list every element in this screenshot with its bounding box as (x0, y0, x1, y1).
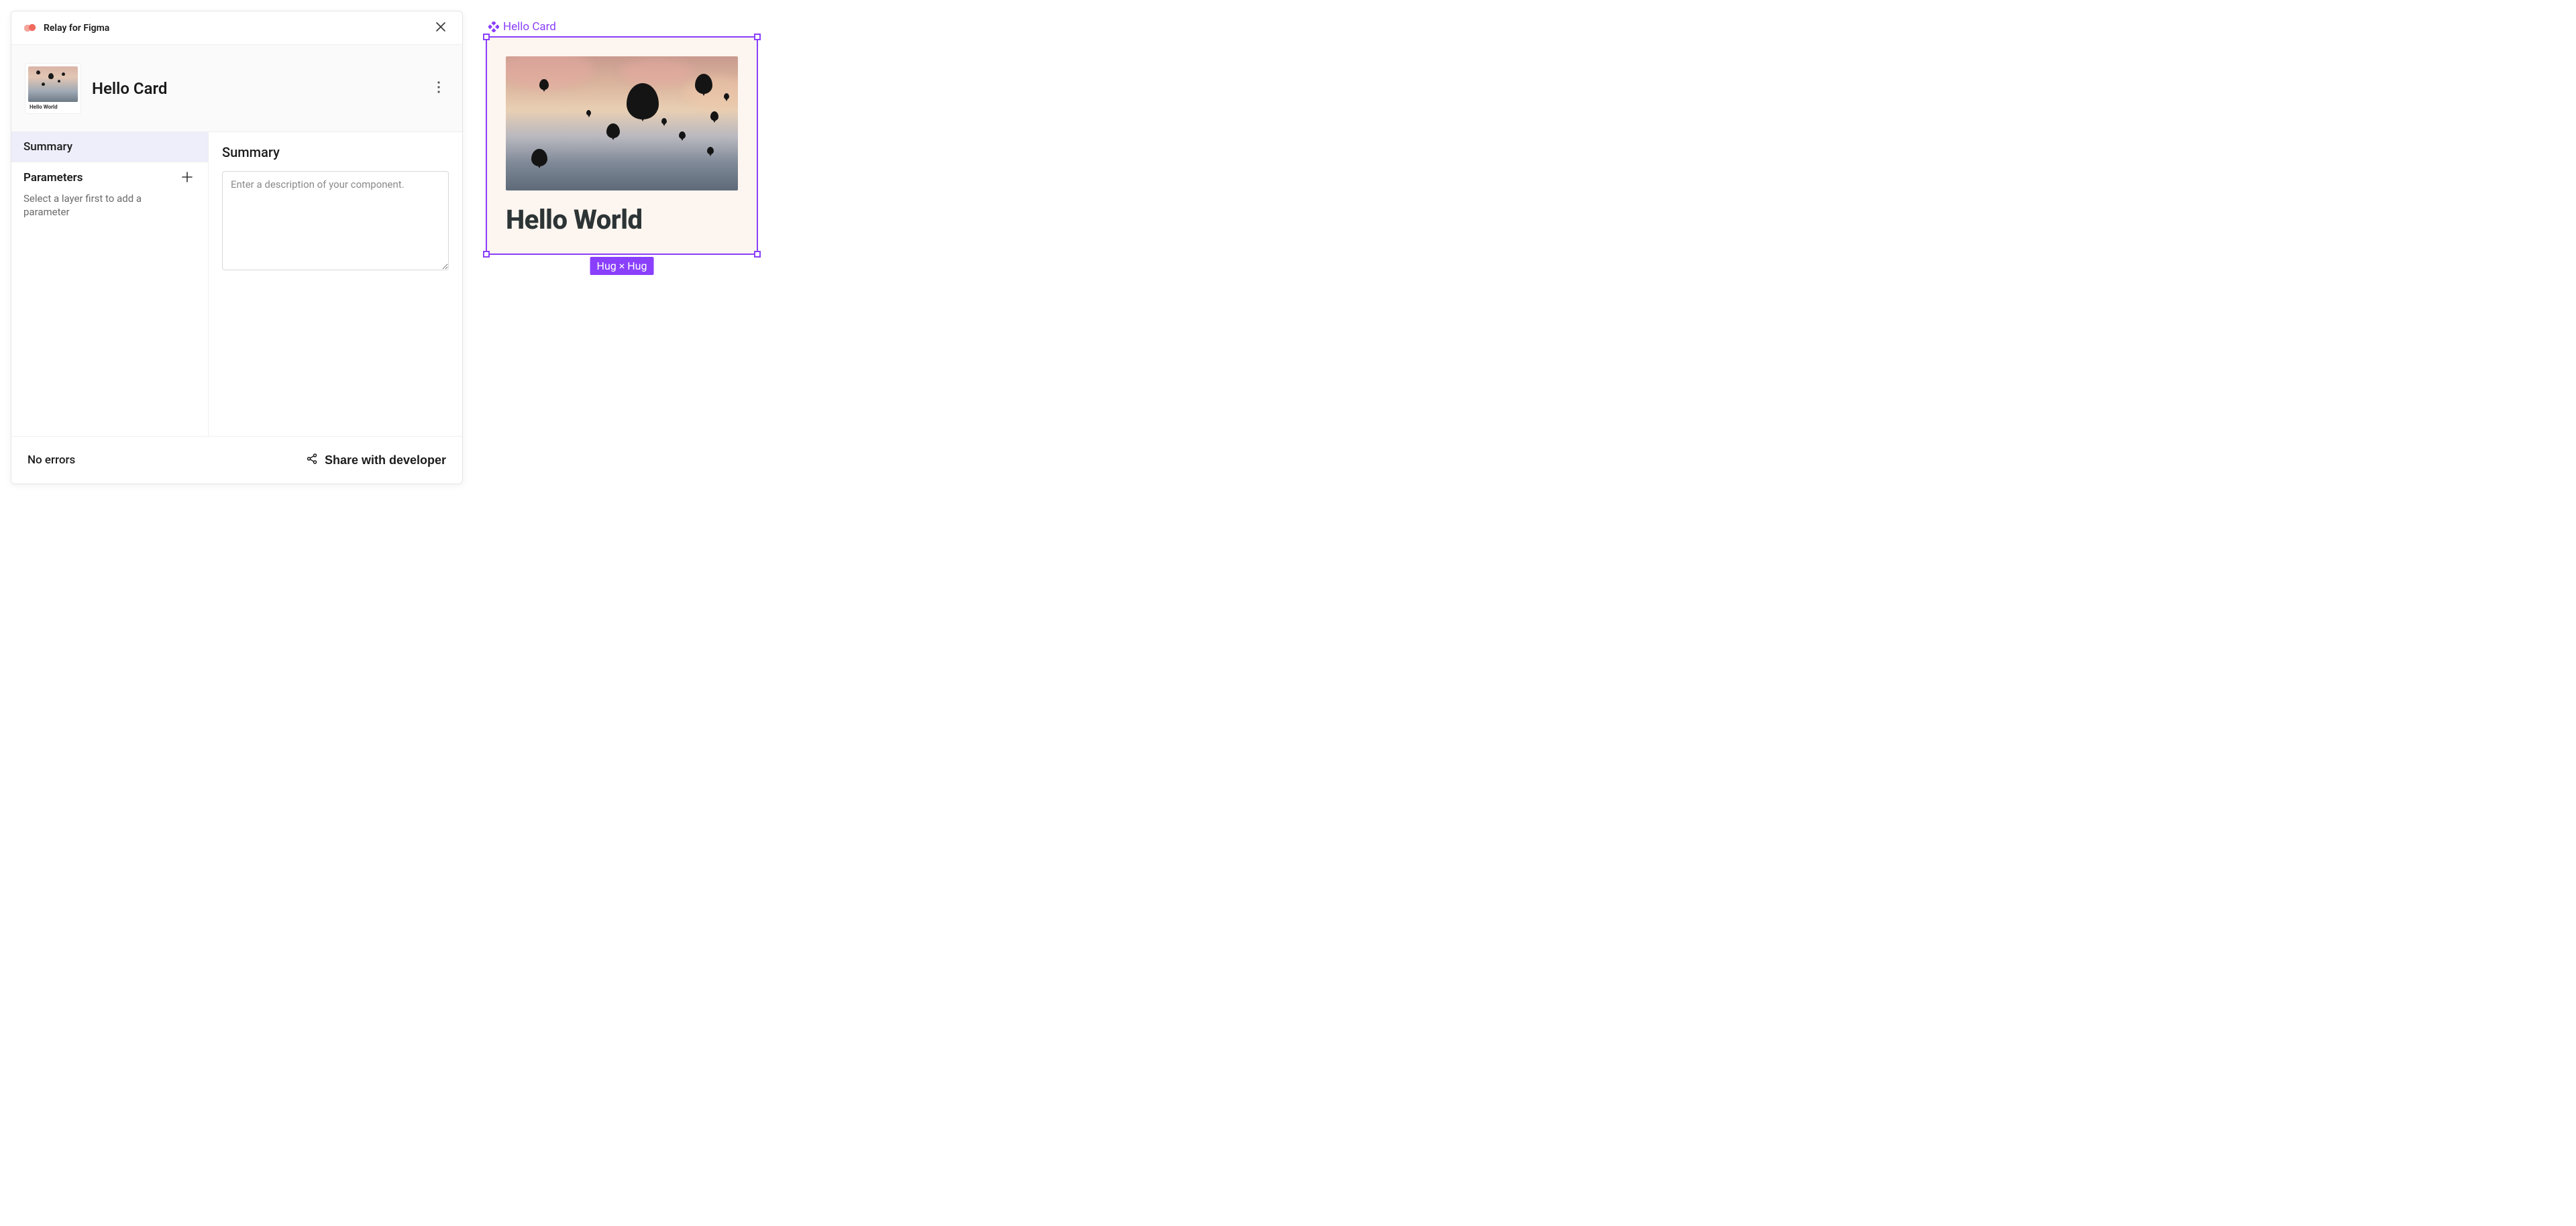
error-status: No errors (28, 453, 75, 467)
panel-main: Summary (209, 132, 462, 436)
titlebar-left: Relay for Figma (23, 23, 109, 34)
figma-canvas: Hello Card Hello Wor (486, 20, 794, 255)
resize-handle-bottom-right[interactable] (754, 251, 761, 258)
resize-handle-bottom-left[interactable] (483, 251, 490, 258)
parameters-title: Parameters (23, 171, 83, 184)
parameters-hint: Select a layer first to add a parameter (11, 189, 172, 222)
resize-handle-top-left[interactable] (483, 34, 490, 40)
component-frame-name: Hello Card (503, 20, 556, 34)
more-vertical-icon (437, 80, 441, 96)
main-section-title: Summary (222, 144, 449, 160)
share-label: Share with developer (325, 453, 446, 467)
relay-plugin-panel: Relay for Figma Hello World H (11, 11, 463, 484)
relay-logo-icon (23, 23, 38, 34)
panel-sidebar: Summary Parameters Select a layer first … (11, 132, 209, 436)
share-icon (306, 453, 318, 468)
component-frame-label[interactable]: Hello Card (488, 20, 794, 34)
panel-footer: No errors Share with developer (11, 437, 462, 484)
hello-card-title: Hello World (506, 204, 738, 235)
parameters-header: Parameters (11, 162, 208, 189)
component-icon (488, 21, 499, 32)
tab-summary[interactable]: Summary (11, 132, 208, 162)
share-with-developer-button[interactable]: Share with developer (306, 453, 446, 468)
add-parameter-button[interactable] (178, 169, 196, 186)
more-options-button[interactable] (429, 78, 449, 99)
close-icon (435, 21, 447, 35)
component-thumbnail: Hello World (25, 63, 81, 114)
hello-card-component: Hello World (487, 38, 757, 254)
hero-image (506, 56, 738, 190)
component-title: Hello Card (92, 79, 167, 98)
autolayout-size-badge: Hug × Hug (590, 257, 654, 275)
selection-frame[interactable]: Hello World Hug × Hug (486, 36, 758, 255)
plus-icon (181, 171, 193, 185)
panel-body: Summary Parameters Select a layer first … (11, 132, 462, 437)
component-header: Hello World Hello Card (11, 45, 462, 132)
resize-handle-top-right[interactable] (754, 34, 761, 40)
panel-titlebar: Relay for Figma (11, 11, 462, 45)
close-button[interactable] (431, 19, 450, 38)
description-textarea[interactable] (222, 171, 449, 270)
thumbnail-image (28, 66, 78, 102)
thumbnail-caption: Hello World (28, 102, 78, 111)
component-header-left: Hello World Hello Card (25, 63, 167, 114)
app-name: Relay for Figma (44, 23, 109, 34)
